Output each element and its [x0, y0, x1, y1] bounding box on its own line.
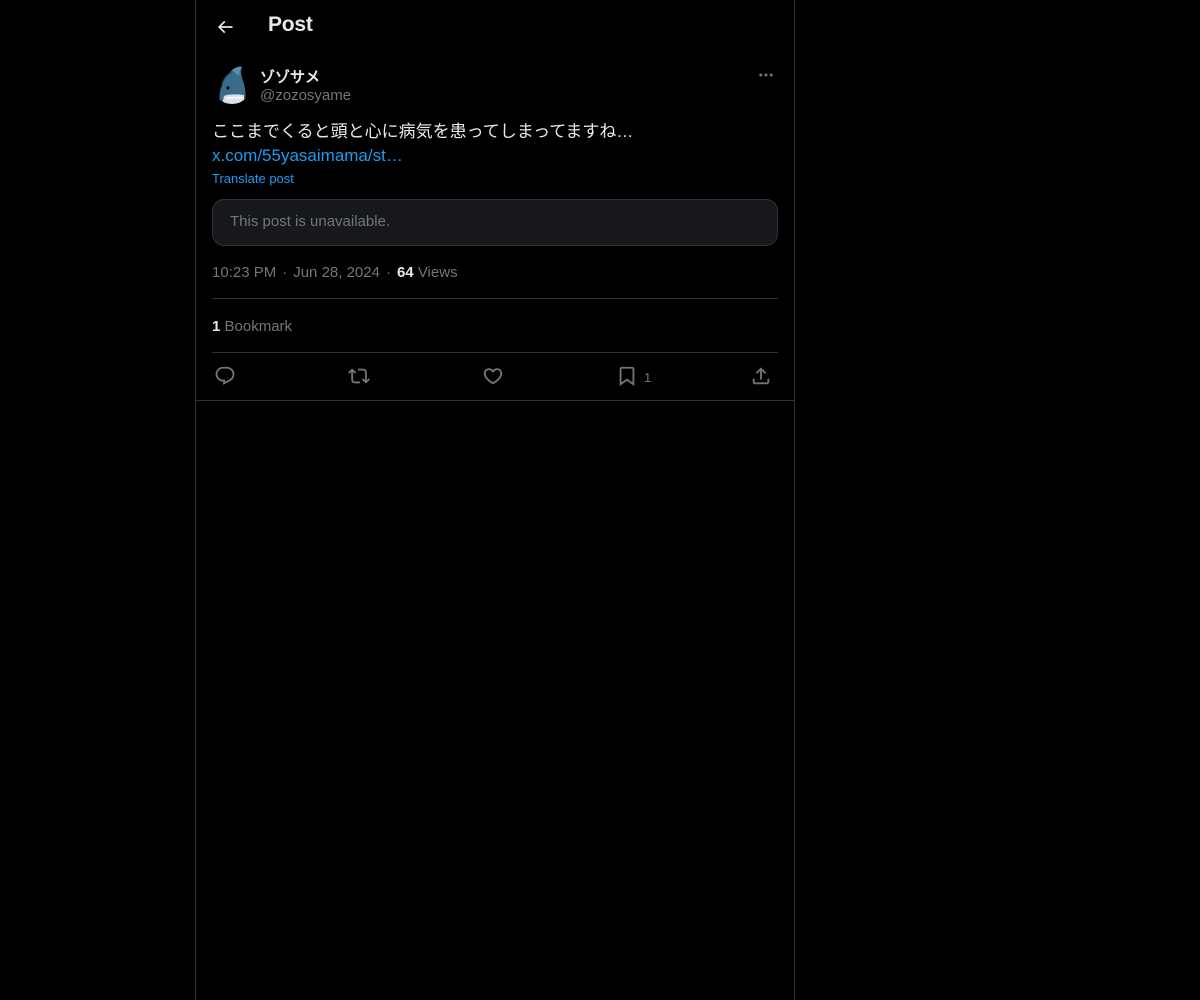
bookmarks-stat[interactable]: 1 Bookmark: [212, 318, 292, 335]
arrow-left-icon: [217, 20, 233, 34]
post-text: ここまでくると頭と心に病気を患ってしまってますね…: [212, 122, 634, 141]
quoted-post-unavailable: This post is unavailable.: [212, 199, 778, 246]
more-horizontal-icon: [759, 73, 773, 77]
top-bar: Post: [196, 0, 794, 53]
back-button[interactable]: [208, 10, 242, 44]
heart-icon: [483, 368, 503, 385]
bookmarks-label: Bookmark: [224, 318, 293, 335]
separator-dot: ·: [282, 264, 288, 281]
reply-icon: [215, 366, 235, 385]
bookmark-count: 1: [644, 370, 652, 385]
repost-button[interactable]: [348, 364, 370, 388]
more-options-button[interactable]: [754, 64, 778, 86]
avatar[interactable]: [212, 64, 252, 104]
divider: [212, 352, 778, 353]
views-count: 64: [396, 264, 414, 281]
unavailable-message: This post is unavailable.: [230, 213, 391, 230]
views-label: Views: [417, 264, 458, 281]
like-button[interactable]: [482, 364, 504, 388]
post-time[interactable]: 10:23 PM: [212, 264, 276, 281]
post-metadata: 10:23 PM · Jun 28, 2024 · 64 Views: [212, 264, 458, 281]
share-icon: [752, 367, 770, 385]
bookmark-icon: [619, 366, 635, 387]
page-title: Post: [268, 13, 313, 36]
author-name[interactable]: ゾゾサメ: [260, 66, 320, 87]
main-column: Post ゾゾサメ @zozosyame ここまでくると頭と心に病気を患ってしま…: [195, 0, 795, 1000]
repost-icon: [348, 368, 370, 384]
translate-post-link[interactable]: Translate post: [212, 171, 294, 186]
divider: [196, 400, 794, 401]
post-link[interactable]: x.com/55yasaimama/st…: [212, 144, 778, 168]
bookmark-button[interactable]: 1: [616, 364, 651, 388]
divider: [212, 298, 778, 299]
reply-button[interactable]: [214, 364, 236, 388]
separator-dot: ·: [385, 264, 391, 281]
post-date[interactable]: Jun 28, 2024: [293, 264, 380, 281]
share-button[interactable]: [750, 364, 772, 388]
post-body: ここまでくると頭と心に病気を患ってしまってますね… x.com/55yasaim…: [212, 120, 778, 168]
bookmarks-count: 1: [212, 318, 221, 335]
action-bar: 1: [212, 364, 778, 388]
author-handle[interactable]: @zozosyame: [260, 87, 351, 104]
shark-avatar: [212, 64, 252, 104]
